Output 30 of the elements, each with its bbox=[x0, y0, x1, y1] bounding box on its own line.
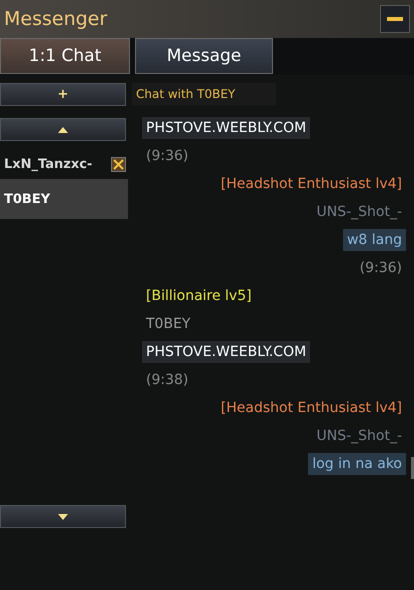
up-triangle-icon bbox=[58, 126, 68, 132]
scrollbar[interactable] bbox=[411, 457, 414, 479]
message-time: (9:38) bbox=[145, 371, 190, 390]
message-text: log in na ako bbox=[308, 453, 406, 475]
chat-title: Chat with T0BEY bbox=[132, 83, 276, 105]
sender-title: [Billionaire lv5] bbox=[145, 287, 253, 306]
window-title: Messenger bbox=[4, 8, 108, 30]
scroll-up-button[interactable] bbox=[0, 118, 126, 141]
minimize-button[interactable] bbox=[380, 5, 410, 33]
add-button[interactable]: + bbox=[0, 83, 126, 106]
scroll-down-button[interactable] bbox=[0, 505, 126, 528]
contact-name: LxN_Tanzxc- bbox=[4, 156, 92, 172]
contact-item[interactable]: T0BEY bbox=[0, 179, 128, 219]
message-text: PHSTOVE.WEEBLY.COM bbox=[142, 117, 310, 139]
message-time: (9:36) bbox=[145, 147, 190, 166]
tab[interactable]: 1:1 Chat bbox=[0, 38, 130, 74]
contact-name: T0BEY bbox=[4, 192, 50, 206]
sender-name: UNS-_Shot_- bbox=[315, 427, 403, 446]
sender-title: [Headshot Enthusiast lv4] bbox=[220, 399, 403, 418]
sender-name: T0BEY bbox=[145, 315, 192, 334]
message-time: (9:36) bbox=[358, 259, 403, 278]
tab[interactable]: Message bbox=[135, 38, 273, 74]
minus-icon bbox=[387, 17, 403, 21]
sender-name: UNS-_Shot_- bbox=[315, 203, 403, 222]
message-text: PHSTOVE.WEEBLY.COM bbox=[142, 341, 310, 363]
sender-title: [Headshot Enthusiast lv4] bbox=[220, 175, 403, 194]
close-button[interactable] bbox=[111, 156, 126, 172]
down-triangle-icon bbox=[58, 514, 68, 520]
contact-item[interactable]: LxN_Tanzxc- bbox=[0, 149, 128, 179]
message-text: w8 lang bbox=[342, 229, 406, 251]
